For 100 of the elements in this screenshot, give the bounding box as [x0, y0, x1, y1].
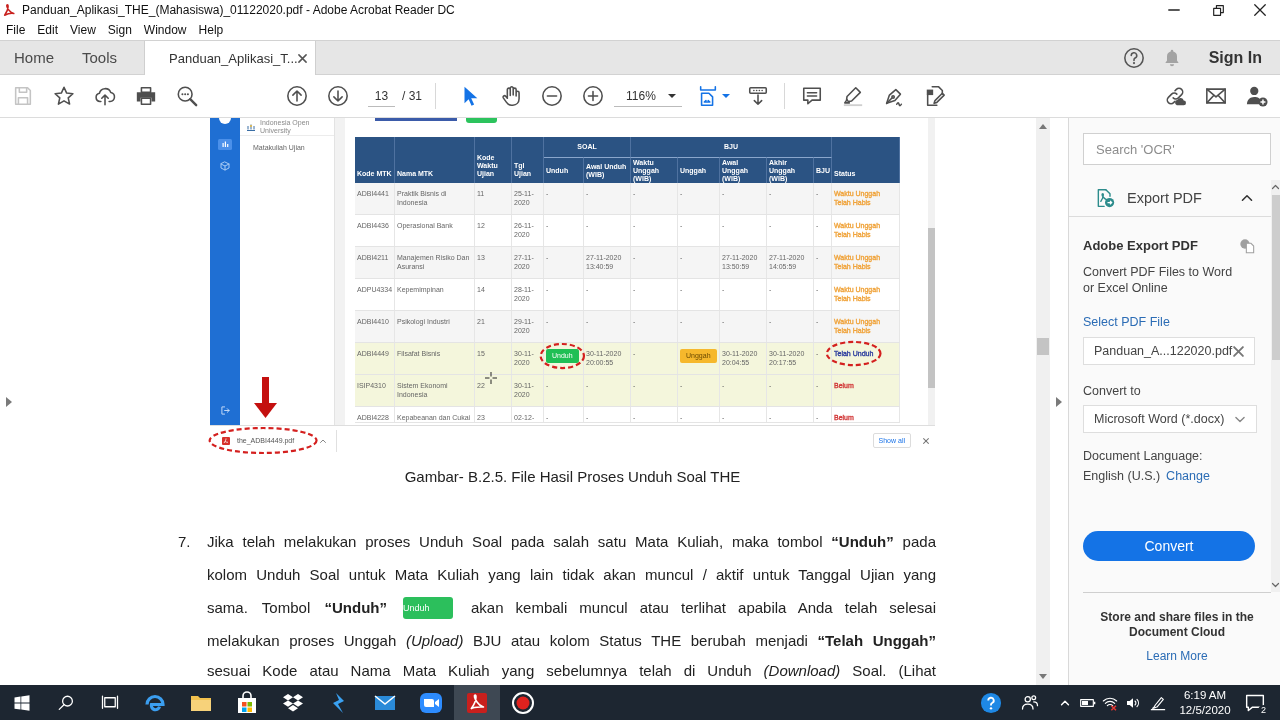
video-camera-icon [419, 690, 443, 715]
page-down-icon[interactable] [327, 85, 349, 107]
printer-icon[interactable] [135, 85, 157, 107]
field-edge[interactable] [375, 118, 457, 121]
clear-icon[interactable] [1233, 345, 1244, 357]
clock-time[interactable]: 6:19 AM [1183, 687, 1227, 703]
comment-icon[interactable] [801, 85, 823, 107]
scrollbar[interactable] [928, 118, 935, 425]
collapse-icon[interactable] [1240, 193, 1254, 203]
scroll-thumb[interactable] [1271, 195, 1280, 360]
chevron-down-icon [1234, 414, 1246, 424]
close-icon[interactable] [1254, 4, 1266, 16]
learn-more-link[interactable]: Learn More [1146, 648, 1208, 664]
menu-item[interactable]: View [70, 23, 96, 37]
hand-icon[interactable] [500, 85, 522, 107]
close-icon[interactable] [297, 53, 307, 63]
clock-date[interactable]: 12/5/2020 [1179, 702, 1231, 718]
pdf-app-icon [2, 3, 16, 17]
search-field[interactable]: Search 'OCR' [1083, 133, 1271, 165]
scroll-up-icon[interactable] [1039, 124, 1047, 129]
figure-caption: Gambar- B.2.5. File Hasil Proses Unduh Soal THE [404, 468, 741, 485]
export-pdf-icon [1095, 187, 1115, 209]
tab[interactable]: Tools [68, 41, 132, 74]
expand-pane-icon[interactable] [1056, 396, 1062, 407]
notification-count: 2 [1258, 704, 1269, 716]
search-icon[interactable] [176, 85, 198, 107]
pdf-app-icon [465, 690, 489, 715]
description-text: Convert PDF Files to Word or Excel Online [1083, 264, 1234, 296]
convert-button[interactable]: Convert [1083, 531, 1255, 561]
add-user-icon[interactable] [1246, 85, 1268, 107]
menu-item[interactable]: Edit [37, 23, 59, 37]
language-value: English (U.S.) [1083, 468, 1161, 484]
help-icon[interactable] [1122, 46, 1145, 69]
search-icon[interactable] [57, 693, 75, 712]
chart-icon[interactable] [218, 139, 232, 150]
scrollbar[interactable] [1036, 118, 1050, 685]
start-icon[interactable] [13, 693, 31, 712]
scroll-down-icon[interactable] [1039, 674, 1047, 679]
zoom-out-icon[interactable] [541, 85, 563, 107]
restore-icon[interactable] [1212, 4, 1224, 16]
change-link[interactable]: Change [1166, 468, 1210, 484]
scroll-mode-icon[interactable] [747, 85, 769, 107]
window-title: Panduan_Aplikasi_THE_(Mahasiswa)_01122020.pdf - Adobe Acrobat Reader DC [22, 3, 455, 17]
section-title[interactable]: Export PDF [1127, 190, 1202, 206]
caret-icon [668, 93, 676, 98]
select-file-link[interactable]: Select PDF File [1083, 315, 1170, 329]
file-field[interactable]: Panduan_A...122020.pdf [1083, 337, 1255, 365]
record-icon [511, 690, 535, 715]
caret-icon[interactable] [722, 94, 730, 98]
expand-pane-icon[interactable] [6, 396, 12, 407]
menu-item[interactable]: File [6, 23, 26, 37]
paragraph-line: kolom Unduh Soal untuk Mata Kuliah yang lain tidak akan muncul / aktif untuk Tanggal Ujian yang [207, 565, 936, 585]
paragraph-line: akan kembali muncul atau terlihat apabila Anda telah selesai [471, 598, 936, 618]
cloud-upload-icon[interactable] [94, 85, 116, 107]
help-icon[interactable] [980, 691, 1002, 714]
tab[interactable]: Home [0, 41, 68, 74]
menu-item[interactable]: Window [143, 23, 187, 37]
paragraph-line: sesuai Kode atau Nama Mata Kuliah yang sebelumnya telah di Unduh (Download) Soal. (Lihat [207, 661, 936, 681]
pen-icon[interactable] [1150, 694, 1166, 711]
scroll-thumb[interactable] [928, 228, 935, 388]
paragraph-line: sama. Tombol “Unduh” [207, 598, 387, 618]
people-icon[interactable] [1021, 693, 1039, 712]
cube-icon[interactable] [220, 161, 230, 171]
taskbar-button[interactable] [454, 685, 500, 720]
logo-emblem-icon [246, 122, 256, 131]
field-label: Document Language: [1083, 449, 1203, 463]
section-heading: Adobe Export PDF [1083, 238, 1198, 254]
zoom-field[interactable]: 116% [614, 85, 682, 107]
scroll-thumb[interactable] [1037, 338, 1049, 355]
crosshair-cursor-icon [485, 372, 497, 384]
link-cloud-icon[interactable] [1164, 85, 1186, 107]
document-pen-icon[interactable] [924, 85, 946, 107]
logout-icon[interactable] [220, 406, 230, 415]
paragraph-line: melakukan proses Unggah (Upload) BJU atau kolom Status THE berubah menjadi “Telah Unggah” [207, 631, 936, 651]
paragraph-line: Jika telah melakukan proses Unduh Soal pada salah satu Mata Kuliah, maka tombol “Unduh” pada [207, 532, 936, 552]
pdf-file-icon [222, 436, 230, 445]
scrollbar[interactable] [1271, 180, 1280, 592]
fit-page-icon[interactable] [697, 85, 719, 107]
promo-text: Store and share files in the Document Cloud [1099, 610, 1255, 640]
page-count: / 31 [402, 89, 422, 103]
task-view-icon[interactable] [101, 693, 119, 712]
page-number-field[interactable]: 13 [368, 85, 395, 107]
cloud-document-icon[interactable] [1239, 238, 1255, 254]
chevron-up-icon[interactable] [1060, 699, 1070, 706]
document-tab[interactable]: Panduan_Aplikasi_T... [144, 41, 317, 75]
sign-in-button[interactable]: Sign In [1208, 48, 1262, 67]
zoom-in-icon[interactable] [582, 85, 604, 107]
mail-icon[interactable] [1205, 85, 1227, 107]
notification-icon[interactable] [1245, 692, 1265, 713]
highlighter-icon[interactable] [842, 85, 864, 107]
scroll-down-icon[interactable] [1272, 583, 1279, 587]
caret-up-icon[interactable] [320, 438, 327, 443]
menu-item[interactable]: Help [198, 23, 224, 37]
scroll-up-icon[interactable] [1272, 185, 1279, 189]
field-label: Convert to [1083, 384, 1141, 398]
shopping-bag-icon [235, 690, 259, 715]
format-dropdown[interactable]: Microsoft Word (*.docx) [1083, 405, 1257, 433]
page-up-icon[interactable] [286, 85, 308, 107]
menu-item[interactable]: Sign [107, 23, 132, 37]
star-icon[interactable] [53, 85, 75, 107]
